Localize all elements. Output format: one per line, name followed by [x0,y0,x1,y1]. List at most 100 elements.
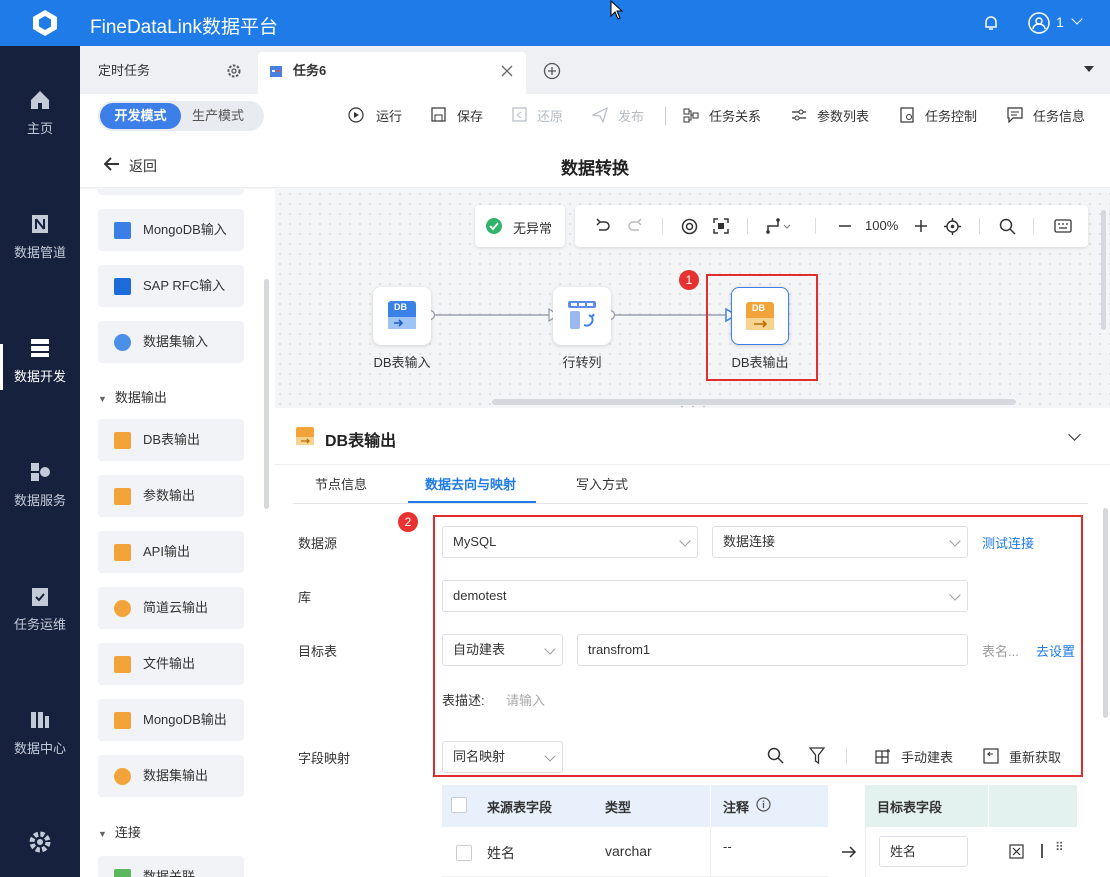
collapse-chevron-icon[interactable] [1068,428,1081,441]
component-panel: MongoDB输入 SAP RFC输入 数据集输入 ▼ 数据输出 DB表输出 参数… [80,189,275,877]
line-style-icon[interactable] [766,218,792,234]
locate-icon[interactable] [944,218,961,235]
canvas-h-scrollbar[interactable] [492,399,1016,405]
component-mongodb-input[interactable]: MongoDB输入 [98,209,244,251]
component-jdy-output[interactable]: 简道云输出 [98,587,244,629]
redo-icon[interactable] [627,218,643,234]
divider [1033,218,1034,234]
nav-service[interactable]: 数据服务 [0,460,80,509]
col-header-note: 注释 [723,800,750,815]
component-api-output[interactable]: API输出 [98,531,244,573]
home-icon [31,91,49,109]
list-item-label: 参数输出 [143,488,196,503]
zoom-in-icon[interactable] [913,218,929,234]
user-name[interactable]: 1 [1056,14,1064,30]
tab-data-mapping[interactable]: 数据去向与映射 [425,474,516,493]
restore-button[interactable]: 还原 [537,106,563,125]
run-button[interactable]: 运行 [376,106,402,125]
component-dataset-input[interactable]: 数据集输入 [98,321,244,363]
tabs-dropdown-icon[interactable] [1084,66,1094,74]
bell-icon[interactable] [982,14,1000,32]
row-checkbox[interactable] [456,845,472,861]
add-tab-icon[interactable] [543,62,561,80]
cell-edge-mark [1041,844,1043,858]
preview-icon[interactable] [681,218,698,235]
arrow-right-icon [842,846,857,858]
publish-button[interactable]: 发布 [618,106,644,125]
component-mongodb-output[interactable]: MongoDB输出 [98,699,244,741]
task-control-button[interactable]: 任务控制 [925,106,977,125]
component-data-join[interactable]: 数据关联 [98,856,244,877]
tab-node-info[interactable]: 节点信息 [315,474,367,493]
canvas-toolbar: 100% [575,205,1088,247]
list-item-label: API输出 [143,544,190,559]
canvas-v-scrollbar[interactable] [1101,210,1106,330]
db-output-icon [114,432,131,449]
undo-icon[interactable] [595,218,611,234]
row-to-column-icon [568,301,596,329]
task-tabs: 定时任务 任务6 [80,46,1110,94]
data-center-icon [31,712,49,728]
section-data-output[interactable]: ▼ 数据输出 [98,387,167,406]
info-icon[interactable] [756,797,771,812]
tab-write-mode[interactable]: 写入方式 [576,474,628,493]
gear-icon[interactable] [226,63,242,79]
save-button[interactable]: 保存 [457,106,483,125]
params-list-button[interactable]: 参数列表 [817,106,869,125]
detail-scrollbar[interactable] [1103,508,1108,718]
db-output-icon [296,427,314,445]
col-divider [710,827,711,877]
component-dataset-output[interactable]: 数据集输出 [98,755,244,797]
cell-type: varchar [605,843,652,859]
task-info-button[interactable]: 任务信息 [1033,106,1085,125]
tab-task6[interactable]: 任务6 [293,52,326,94]
file-output-icon [114,656,131,673]
drag-handle-icon[interactable]: ⠿ [1055,840,1065,854]
top-bar: FineDataLink数据平台 1 [0,0,1110,46]
section-connect[interactable]: ▼ 连接 [98,822,141,841]
task-relation-button[interactable]: 任务关系 [709,106,761,125]
section-label: 连接 [114,825,141,840]
component-db-output[interactable]: DB表输出 [98,419,244,461]
node-db-input[interactable]: DB [373,287,431,345]
chevron-down-icon[interactable] [1071,13,1083,25]
highlight-box-2 [433,515,1083,777]
task-icon [270,66,282,77]
fit-view-icon[interactable] [713,218,729,234]
pipeline-icon [32,215,48,233]
nav-home[interactable]: 主页 [0,88,80,137]
component-sap-input[interactable]: SAP RFC输入 [98,265,244,307]
panel-scrollbar[interactable] [264,279,269,509]
nav-pipeline[interactable]: 数据管道 [0,212,80,261]
remove-mapping-icon[interactable] [1009,844,1024,859]
select-all-checkbox[interactable] [451,797,467,813]
tab-scheduled[interactable]: 定时任务 [98,52,150,94]
component-file-output[interactable]: 文件输出 [98,643,244,685]
col-header-src: 来源表字段 [487,800,553,815]
label-field-mapping: 字段映射 [298,751,351,766]
divider [815,218,816,234]
task-control-icon [900,107,914,123]
tab-divider [293,503,1088,504]
component-param-output[interactable]: 参数输出 [98,475,244,517]
col-header-target: 目标表字段 [877,800,943,815]
zoom-out-icon[interactable] [837,218,853,234]
publish-icon [592,107,608,123]
data-join-icon [114,869,131,877]
avatar-icon[interactable] [1028,12,1050,34]
jdy-output-icon [114,600,131,617]
dev-mode-button[interactable]: 开发模式 [100,103,181,129]
dataset-input-icon [114,334,131,351]
nav-datacenter[interactable]: 数据中心 [0,708,80,757]
close-icon[interactable] [501,65,513,77]
node-row-to-col[interactable] [553,287,611,345]
nav-ops[interactable]: 任务运维 [0,584,80,633]
keyboard-icon[interactable] [1054,219,1072,233]
prod-mode-button[interactable]: 生产模式 [192,103,262,129]
nav-dev[interactable]: 数据开发 [0,336,80,385]
node-label: 行转列 [562,355,602,370]
target-field-input[interactable]: 姓名 [879,836,968,867]
settings-gear-icon[interactable] [28,830,52,854]
list-item-label: 文件输出 [143,656,196,671]
search-icon[interactable] [999,218,1016,235]
